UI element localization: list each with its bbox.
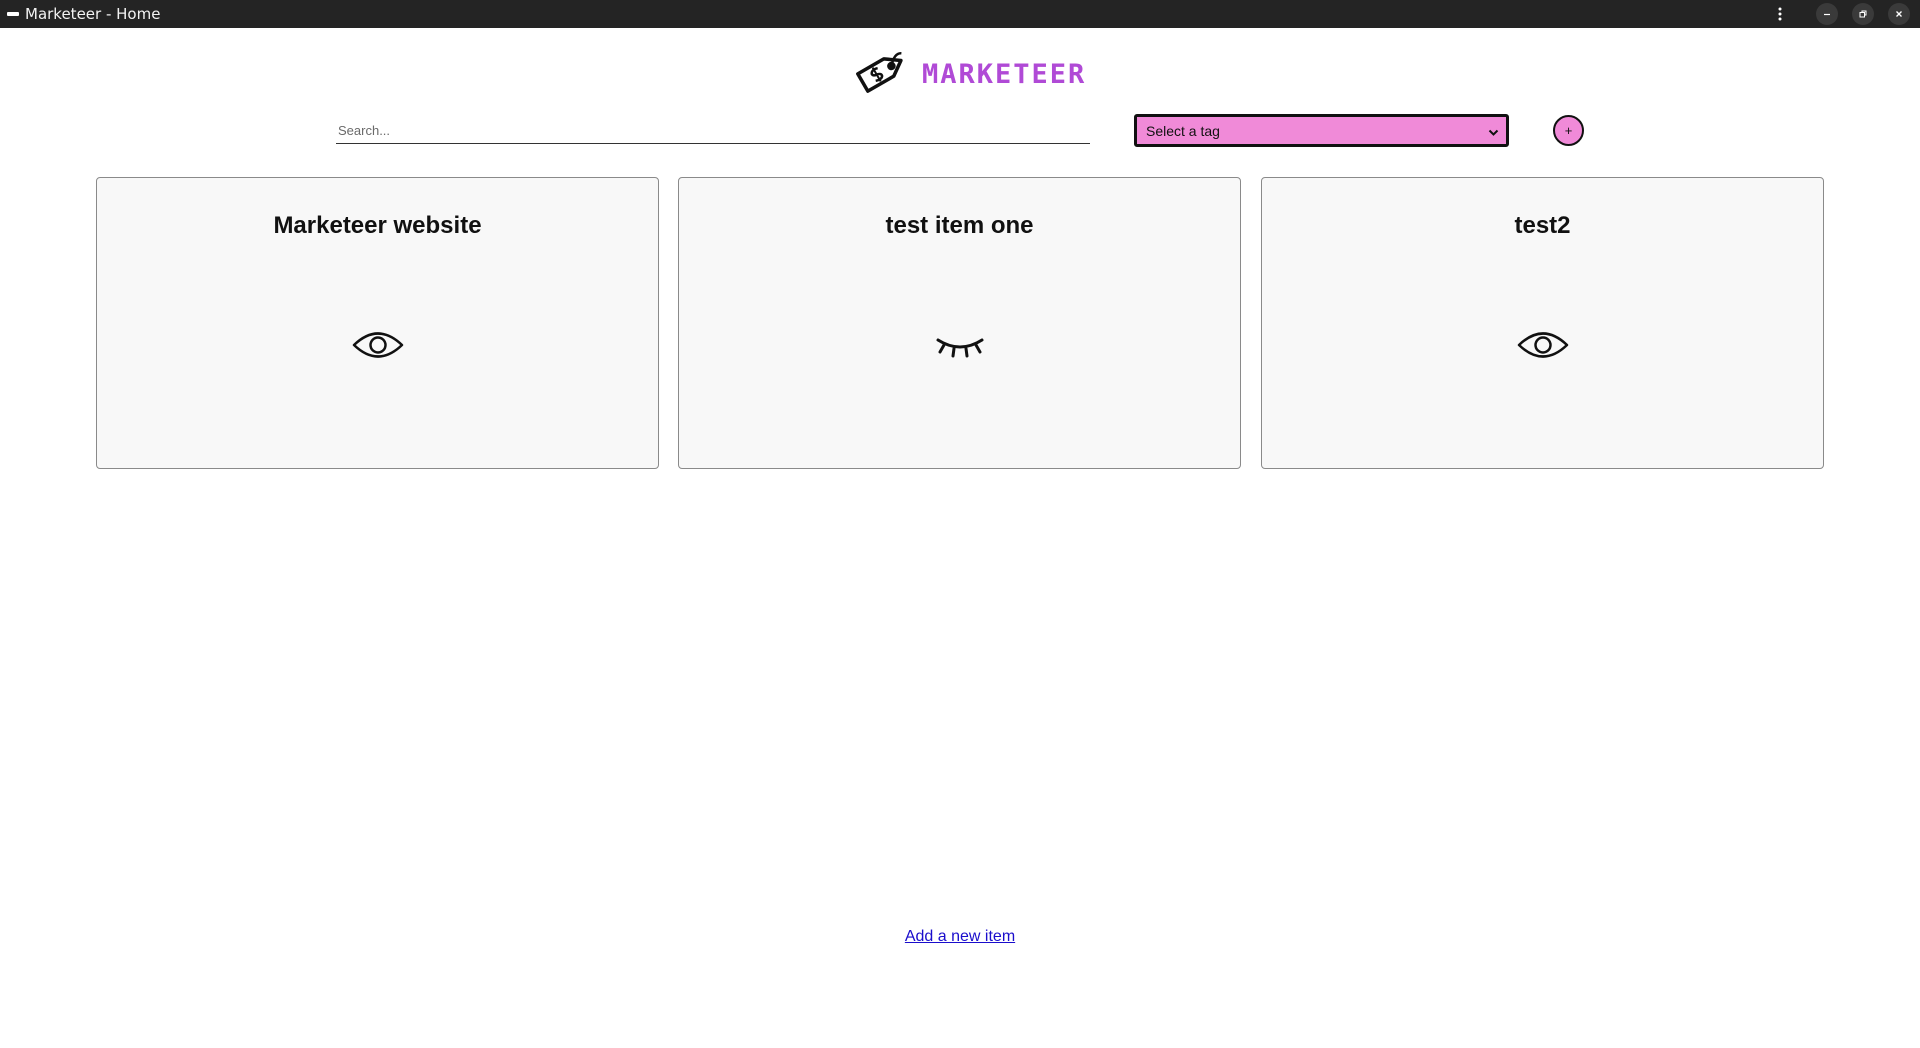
- window-title: Marketeer - Home: [25, 5, 161, 23]
- close-button[interactable]: [1888, 3, 1910, 25]
- page-header: MARKETEER: [0, 28, 1920, 114]
- plus-label: +: [1564, 123, 1573, 138]
- add-item-button[interactable]: +: [1553, 115, 1584, 146]
- item-card[interactable]: test2: [1261, 177, 1824, 469]
- item-title: test item one: [885, 212, 1034, 239]
- eye-open-icon[interactable]: [351, 325, 405, 365]
- eye-closed-icon[interactable]: [933, 325, 987, 365]
- logo-text: MARKETEER: [922, 59, 1087, 90]
- tag-select-label: Select a tag: [1146, 122, 1220, 139]
- item-card[interactable]: test item one: [678, 177, 1241, 469]
- window-titlebar: Marketeer - Home: [0, 0, 1920, 28]
- minimize-button[interactable]: [1816, 3, 1838, 25]
- eye-open-icon[interactable]: [1516, 325, 1570, 365]
- item-title: Marketeer website: [273, 212, 482, 239]
- add-new-item-link[interactable]: Add a new item: [905, 928, 1015, 945]
- item-title: test2: [1514, 212, 1571, 239]
- item-card[interactable]: Marketeer website: [96, 177, 659, 469]
- search-input[interactable]: [336, 118, 1090, 144]
- app-icon: [7, 12, 19, 16]
- window-controls: [1770, 0, 1910, 28]
- tag-select[interactable]: Select a tag: [1134, 114, 1509, 147]
- logo: MARKETEER: [850, 44, 1086, 105]
- price-tag-icon: [850, 44, 912, 105]
- chevron-down-icon: [1488, 125, 1499, 141]
- kebab-menu-icon[interactable]: [1770, 4, 1790, 24]
- filter-bar: Select a tag +: [0, 113, 1920, 149]
- restore-button[interactable]: [1852, 3, 1874, 25]
- item-grid: Marketeer website test item one test2: [96, 177, 1824, 469]
- footer: Add a new item: [0, 928, 1920, 946]
